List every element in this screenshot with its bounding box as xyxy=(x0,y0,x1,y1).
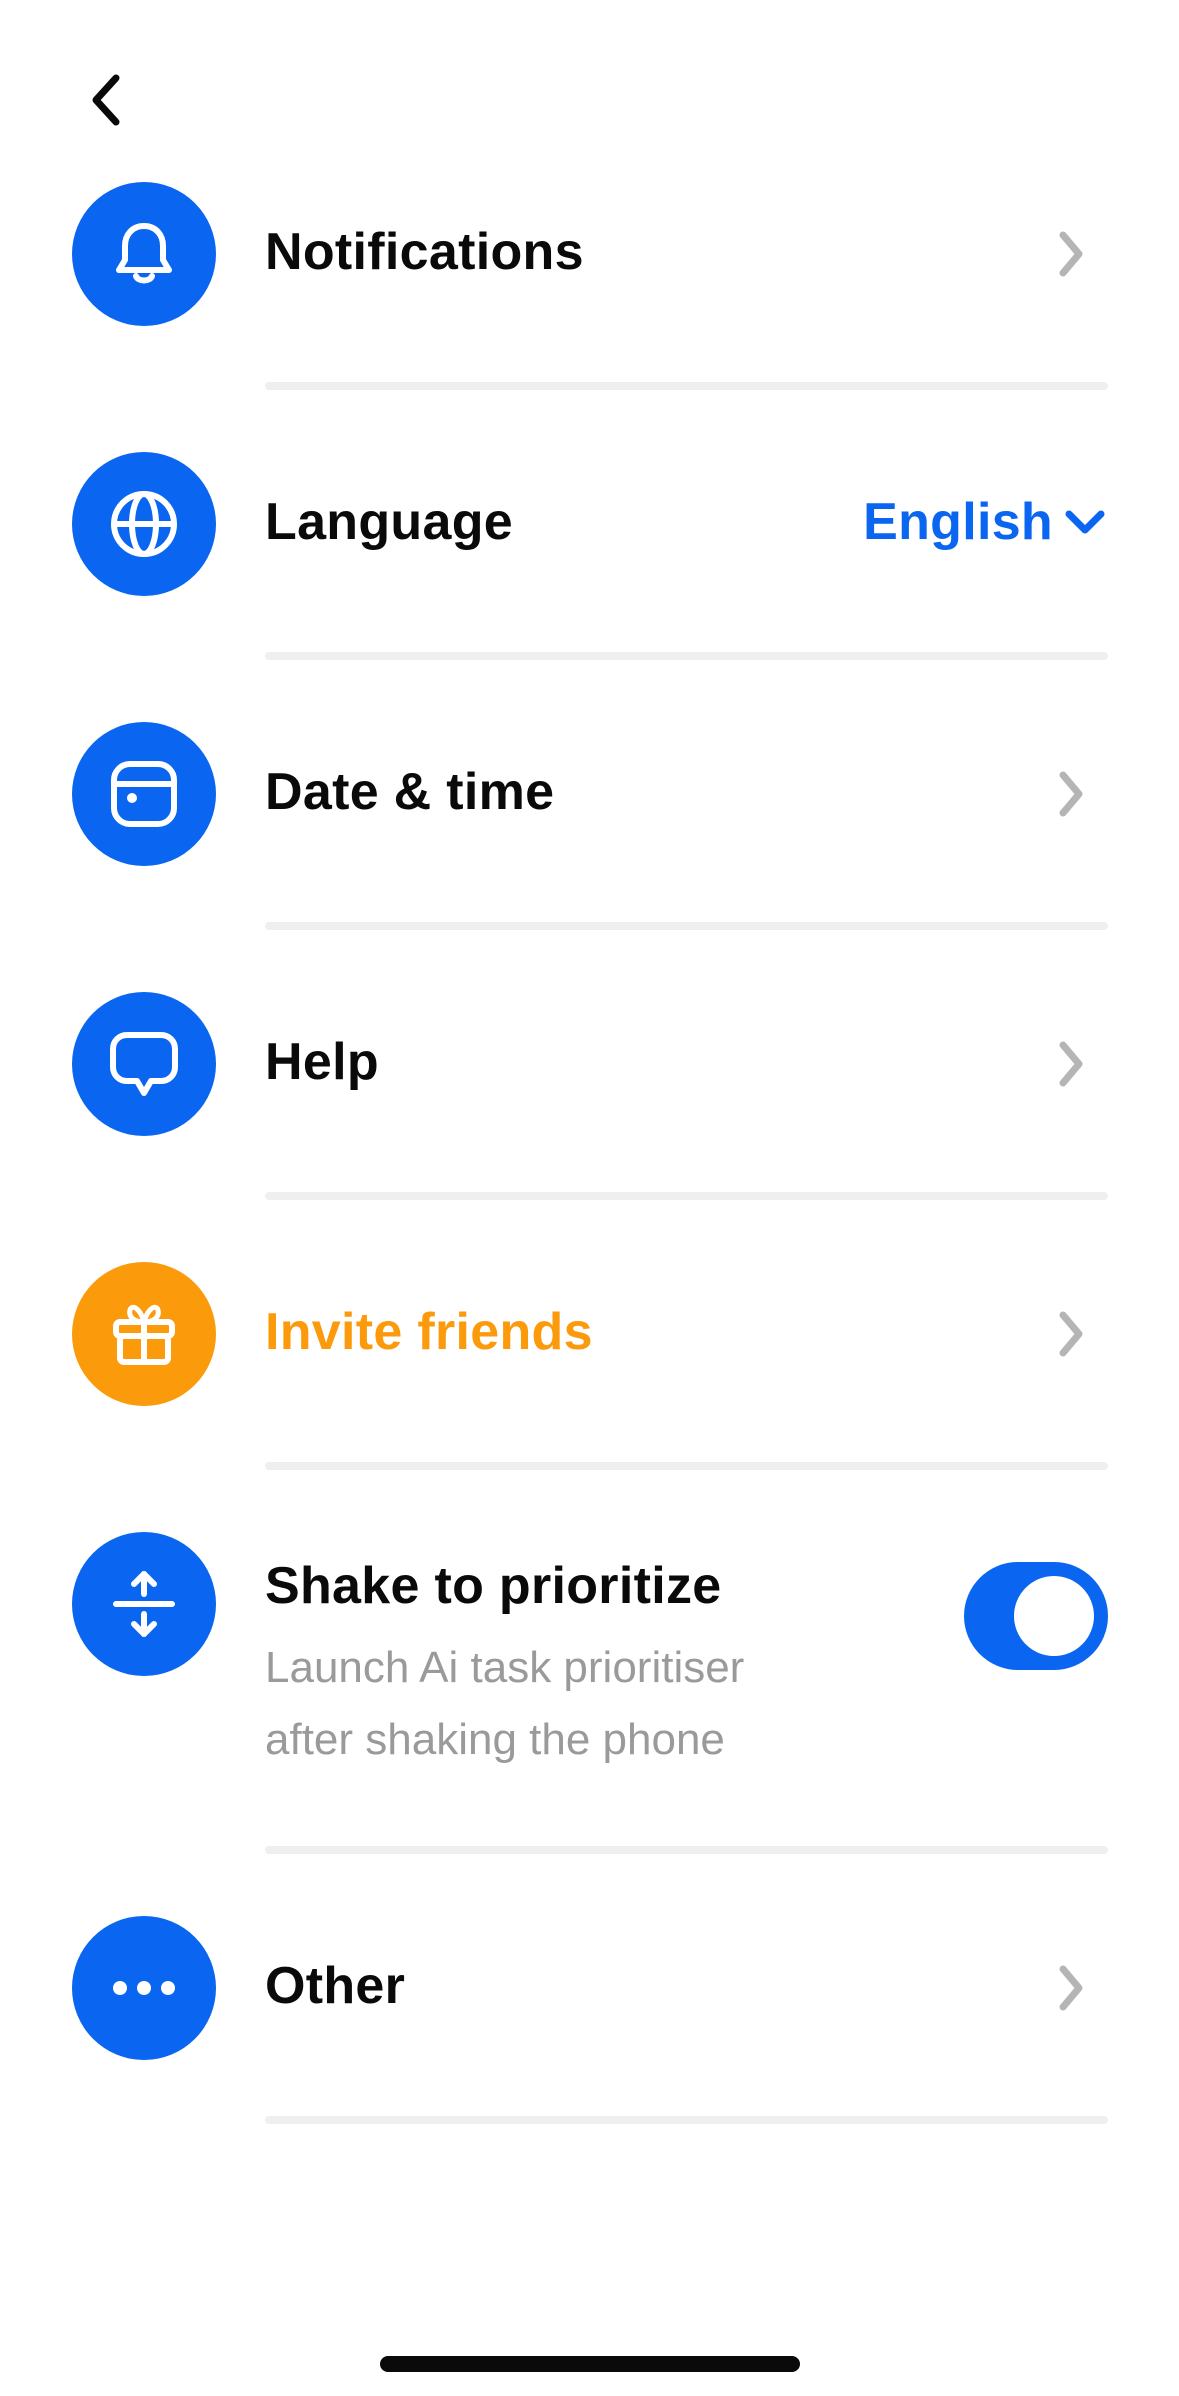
divider xyxy=(265,382,1108,390)
shake-toggle[interactable] xyxy=(964,1562,1108,1670)
chevron-right-icon xyxy=(1051,226,1091,282)
date-time-icon-circle xyxy=(72,722,216,866)
help-icon-circle xyxy=(72,992,216,1136)
home-indicator[interactable] xyxy=(380,2356,800,2372)
date-time-label: Date & time xyxy=(265,763,555,821)
settings-row-other[interactable]: Other xyxy=(0,1916,1179,2060)
language-label: Language xyxy=(265,493,513,551)
shake-description-line1: Launch Ai task prioritiser xyxy=(265,1643,745,1692)
shake-arrows-icon xyxy=(113,1571,175,1637)
gift-icon xyxy=(113,1304,175,1365)
divider xyxy=(265,1462,1108,1470)
other-icon-circle xyxy=(72,1916,216,2060)
language-dropdown[interactable]: English xyxy=(863,492,1107,552)
bell-icon xyxy=(116,223,172,284)
settings-row-date-time[interactable]: Date & time xyxy=(0,722,1179,866)
shake-description: Launch Ai task prioritiser after shaking… xyxy=(265,1632,905,1776)
notifications-icon-circle xyxy=(72,182,216,326)
language-icon-circle xyxy=(72,452,216,596)
chevron-left-icon xyxy=(92,74,120,126)
chat-bubble-icon xyxy=(110,1032,178,1096)
other-label: Other xyxy=(265,1957,406,2015)
back-button[interactable] xyxy=(70,64,142,136)
divider xyxy=(265,922,1108,930)
chevron-right-icon xyxy=(1051,766,1091,822)
chevron-right-icon xyxy=(1051,1306,1091,1362)
chevron-right-icon xyxy=(1051,1036,1091,1092)
language-value: English xyxy=(863,493,1053,551)
chevron-right-icon xyxy=(1051,1960,1091,2016)
calendar-icon xyxy=(111,761,177,827)
divider xyxy=(265,1846,1108,1854)
settings-screen: Notifications Language English Date & ti… xyxy=(0,0,1179,2396)
settings-row-language[interactable]: Language English xyxy=(0,452,1179,596)
globe-icon xyxy=(111,491,177,557)
notifications-label: Notifications xyxy=(265,223,584,281)
invite-friends-label: Invite friends xyxy=(265,1303,593,1361)
divider xyxy=(265,652,1108,660)
chevron-down-icon xyxy=(1065,510,1105,534)
settings-row-shake-to-prioritize: Shake to prioritize Launch Ai task prior… xyxy=(0,1532,1179,1772)
settings-row-help[interactable]: Help xyxy=(0,992,1179,1136)
shake-label: Shake to prioritize xyxy=(265,1557,722,1615)
divider xyxy=(265,1192,1108,1200)
help-label: Help xyxy=(265,1033,379,1091)
divider xyxy=(265,2116,1108,2124)
shake-icon-circle xyxy=(72,1532,216,1676)
invite-icon-circle xyxy=(72,1262,216,1406)
settings-row-notifications[interactable]: Notifications xyxy=(0,182,1179,326)
toggle-knob xyxy=(1014,1576,1094,1656)
settings-row-invite-friends[interactable]: Invite friends xyxy=(0,1262,1179,1406)
shake-description-line2: after shaking the phone xyxy=(265,1715,725,1764)
more-dots-icon xyxy=(113,1981,175,1995)
